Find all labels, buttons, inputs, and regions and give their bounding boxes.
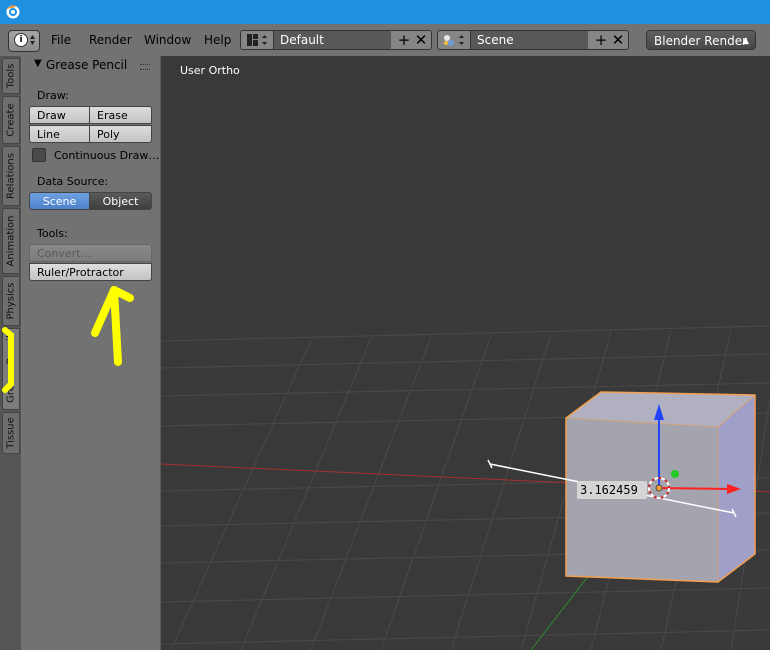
delete-layout-icon[interactable]: ✕ [413, 32, 429, 48]
editor-type-button[interactable]: i [8, 30, 40, 52]
panel-header[interactable]: ▼ Grease Pencil [21, 56, 160, 74]
viewport-scene [161, 325, 770, 650]
chevron-updown-icon [30, 35, 35, 45]
tab-animation[interactable]: Animation [2, 208, 20, 274]
chevron-updown-icon: ▲ [742, 36, 749, 46]
menu-bar: i File Render Window Help Default + ✕ Sc… [0, 24, 770, 57]
draw-button[interactable]: Draw [29, 106, 90, 124]
line-button[interactable]: Line [29, 125, 90, 143]
scene-selector: Scene + ✕ [437, 30, 629, 50]
tools-label: Tools: [37, 227, 68, 240]
title-bar [0, 0, 770, 24]
data-source-scene-button[interactable]: Scene [29, 192, 90, 210]
toolshelf-tabs: Tools Create Relations Animation Physics… [0, 56, 21, 650]
poly-button[interactable]: Poly [89, 125, 152, 143]
scene-name-field[interactable]: Scene [470, 31, 588, 49]
panel-title: Grease Pencil [46, 58, 128, 72]
tab-grease-pencil[interactable]: Grease Pencil [2, 328, 20, 410]
tab-relations[interactable]: Relations [2, 146, 20, 206]
layout-selector: Default + ✕ [240, 30, 432, 50]
menu-render[interactable]: Render [89, 33, 132, 47]
y-arrow-icon [671, 470, 679, 478]
erase-button[interactable]: Erase [89, 106, 152, 124]
delete-scene-icon[interactable]: ✕ [610, 32, 626, 48]
data-source-object-button[interactable]: Object [89, 192, 152, 210]
drag-grip-icon[interactable] [140, 64, 150, 70]
ruler-length-readout: 3.162459 [577, 481, 647, 499]
render-engine-label: Blender Render [654, 34, 748, 48]
scene-icon[interactable] [440, 32, 468, 48]
continuous-draw-label: Continuous Draw… [54, 149, 160, 162]
menu-file[interactable]: File [51, 33, 71, 47]
render-engine-dropdown[interactable]: Blender Render ▲ [646, 30, 756, 50]
menu-window[interactable]: Window [144, 33, 191, 47]
layout-grid-icon[interactable] [243, 32, 271, 48]
add-layout-icon[interactable]: + [396, 32, 412, 48]
convert-button[interactable]: Convert... [29, 244, 152, 262]
continuous-draw-checkbox[interactable] [32, 148, 46, 162]
add-scene-icon[interactable]: + [593, 32, 609, 48]
layout-name-field[interactable]: Default [273, 31, 391, 49]
info-icon: i [14, 33, 28, 47]
grease-pencil-panel: ▼ Grease Pencil Draw: Draw Erase Line Po… [21, 56, 161, 650]
tab-physics[interactable]: Physics [2, 276, 20, 326]
ruler-protractor-button[interactable]: Ruler/Protractor [29, 263, 152, 281]
tab-tissue[interactable]: Tissue [2, 412, 20, 454]
data-source-label: Data Source: [37, 175, 109, 188]
3d-viewport[interactable]: User Ortho 3.162459 [161, 56, 770, 650]
menu-help[interactable]: Help [204, 33, 231, 47]
draw-label: Draw: [37, 89, 69, 102]
tab-tools[interactable]: Tools [2, 58, 20, 94]
blender-logo-icon [3, 1, 23, 21]
collapse-arrow-icon: ▼ [34, 58, 42, 69]
tab-create[interactable]: Create [2, 96, 20, 144]
